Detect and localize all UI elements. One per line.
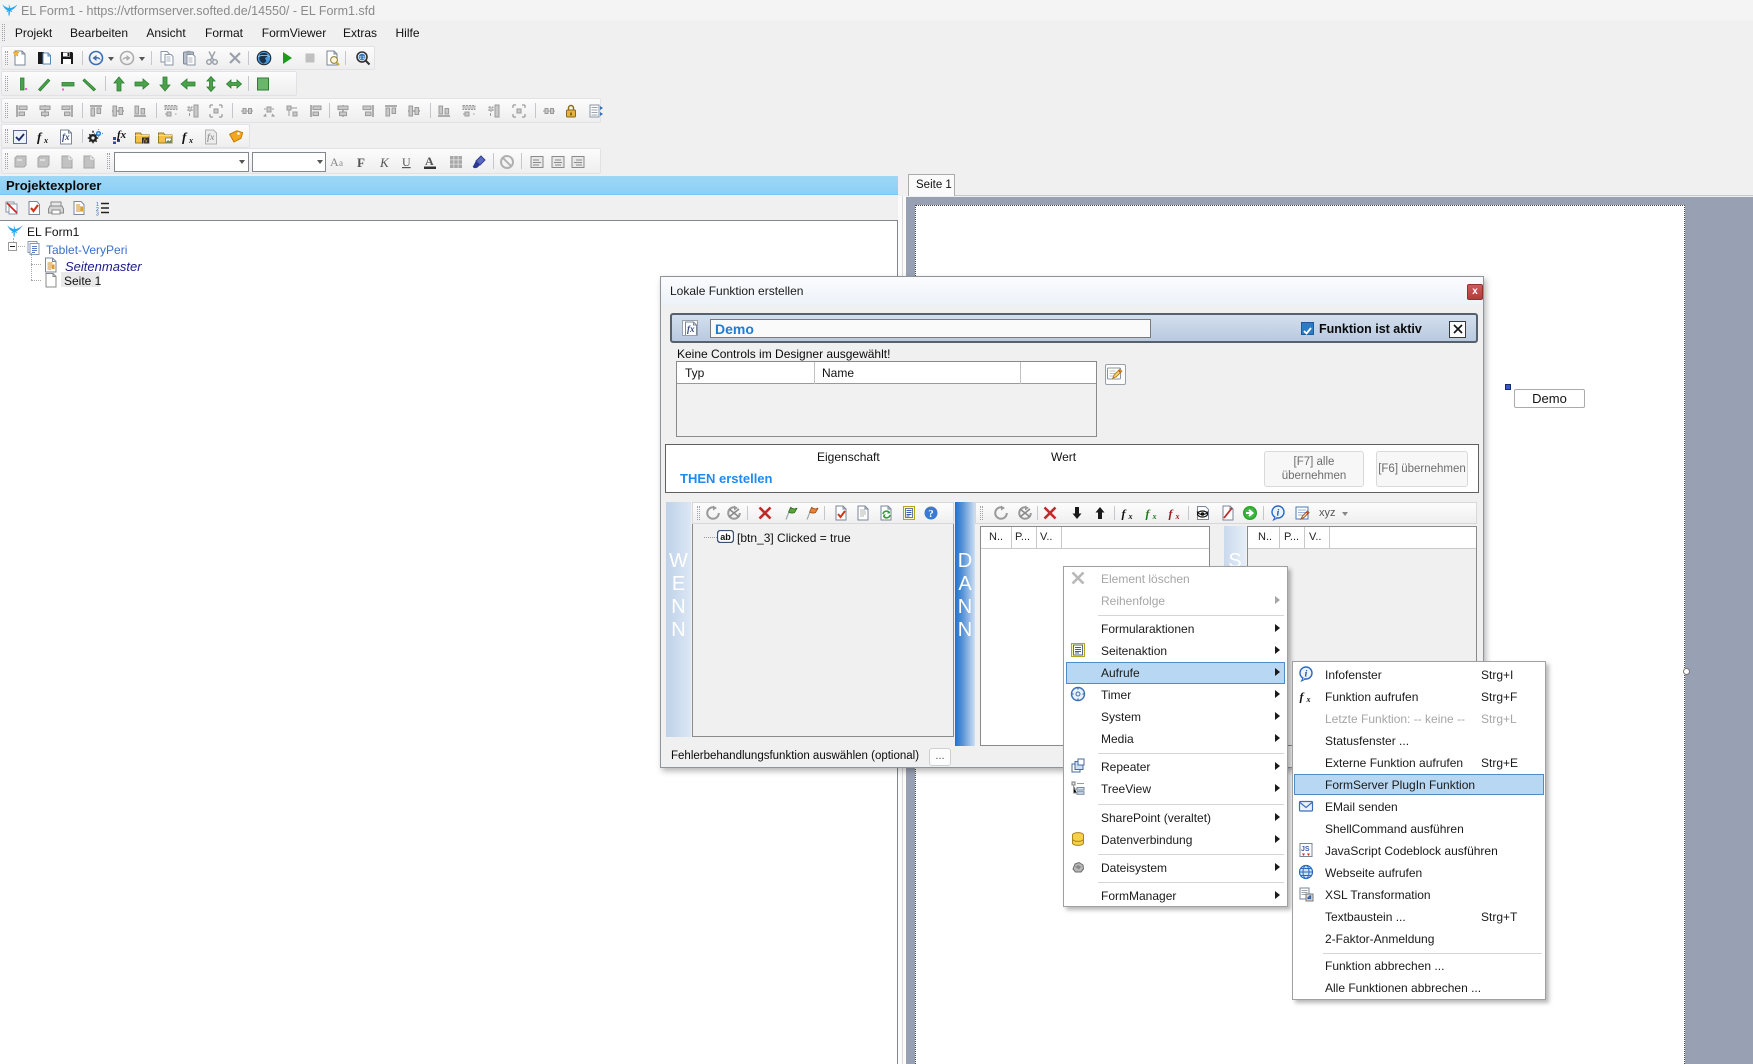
svg-text:x: x — [1152, 512, 1157, 521]
svg-text:a: a — [339, 158, 343, 168]
svg-text:i: i — [1277, 509, 1280, 519]
svg-text:fx: fx — [207, 132, 215, 142]
svg-text:f: f — [1169, 507, 1174, 521]
svg-text:A: A — [330, 155, 339, 169]
svg-text:fx: fx — [117, 129, 127, 141]
svg-text:A: A — [425, 154, 434, 168]
svg-text:f: f — [182, 130, 188, 145]
svg-text:?: ? — [928, 508, 934, 520]
svg-text:f: f — [1300, 690, 1305, 704]
svg-text:K: K — [379, 155, 390, 170]
svg-text:x: x — [1128, 512, 1133, 521]
svg-text:f: f — [1122, 507, 1127, 521]
svg-text:f: f — [1146, 507, 1151, 521]
svg-text:F: F — [357, 155, 365, 170]
svg-text:U: U — [402, 155, 411, 169]
svg-text:ab: ab — [720, 532, 731, 542]
svg-text:i: i — [1305, 670, 1308, 680]
svg-text:fx: fx — [687, 324, 695, 334]
svg-text:x: x — [1306, 695, 1311, 704]
svg-text:1:1: 1:1 — [359, 55, 366, 60]
svg-text:f: f — [37, 130, 43, 145]
svg-text:JS: JS — [1301, 846, 1310, 853]
svg-text:3: 3 — [96, 212, 99, 217]
svg-text:fx: fx — [143, 138, 148, 145]
svg-text:x: x — [43, 136, 48, 145]
svg-text:x: x — [1175, 512, 1180, 521]
svg-text:x: x — [188, 136, 193, 145]
svg-text:fx: fx — [62, 132, 70, 142]
